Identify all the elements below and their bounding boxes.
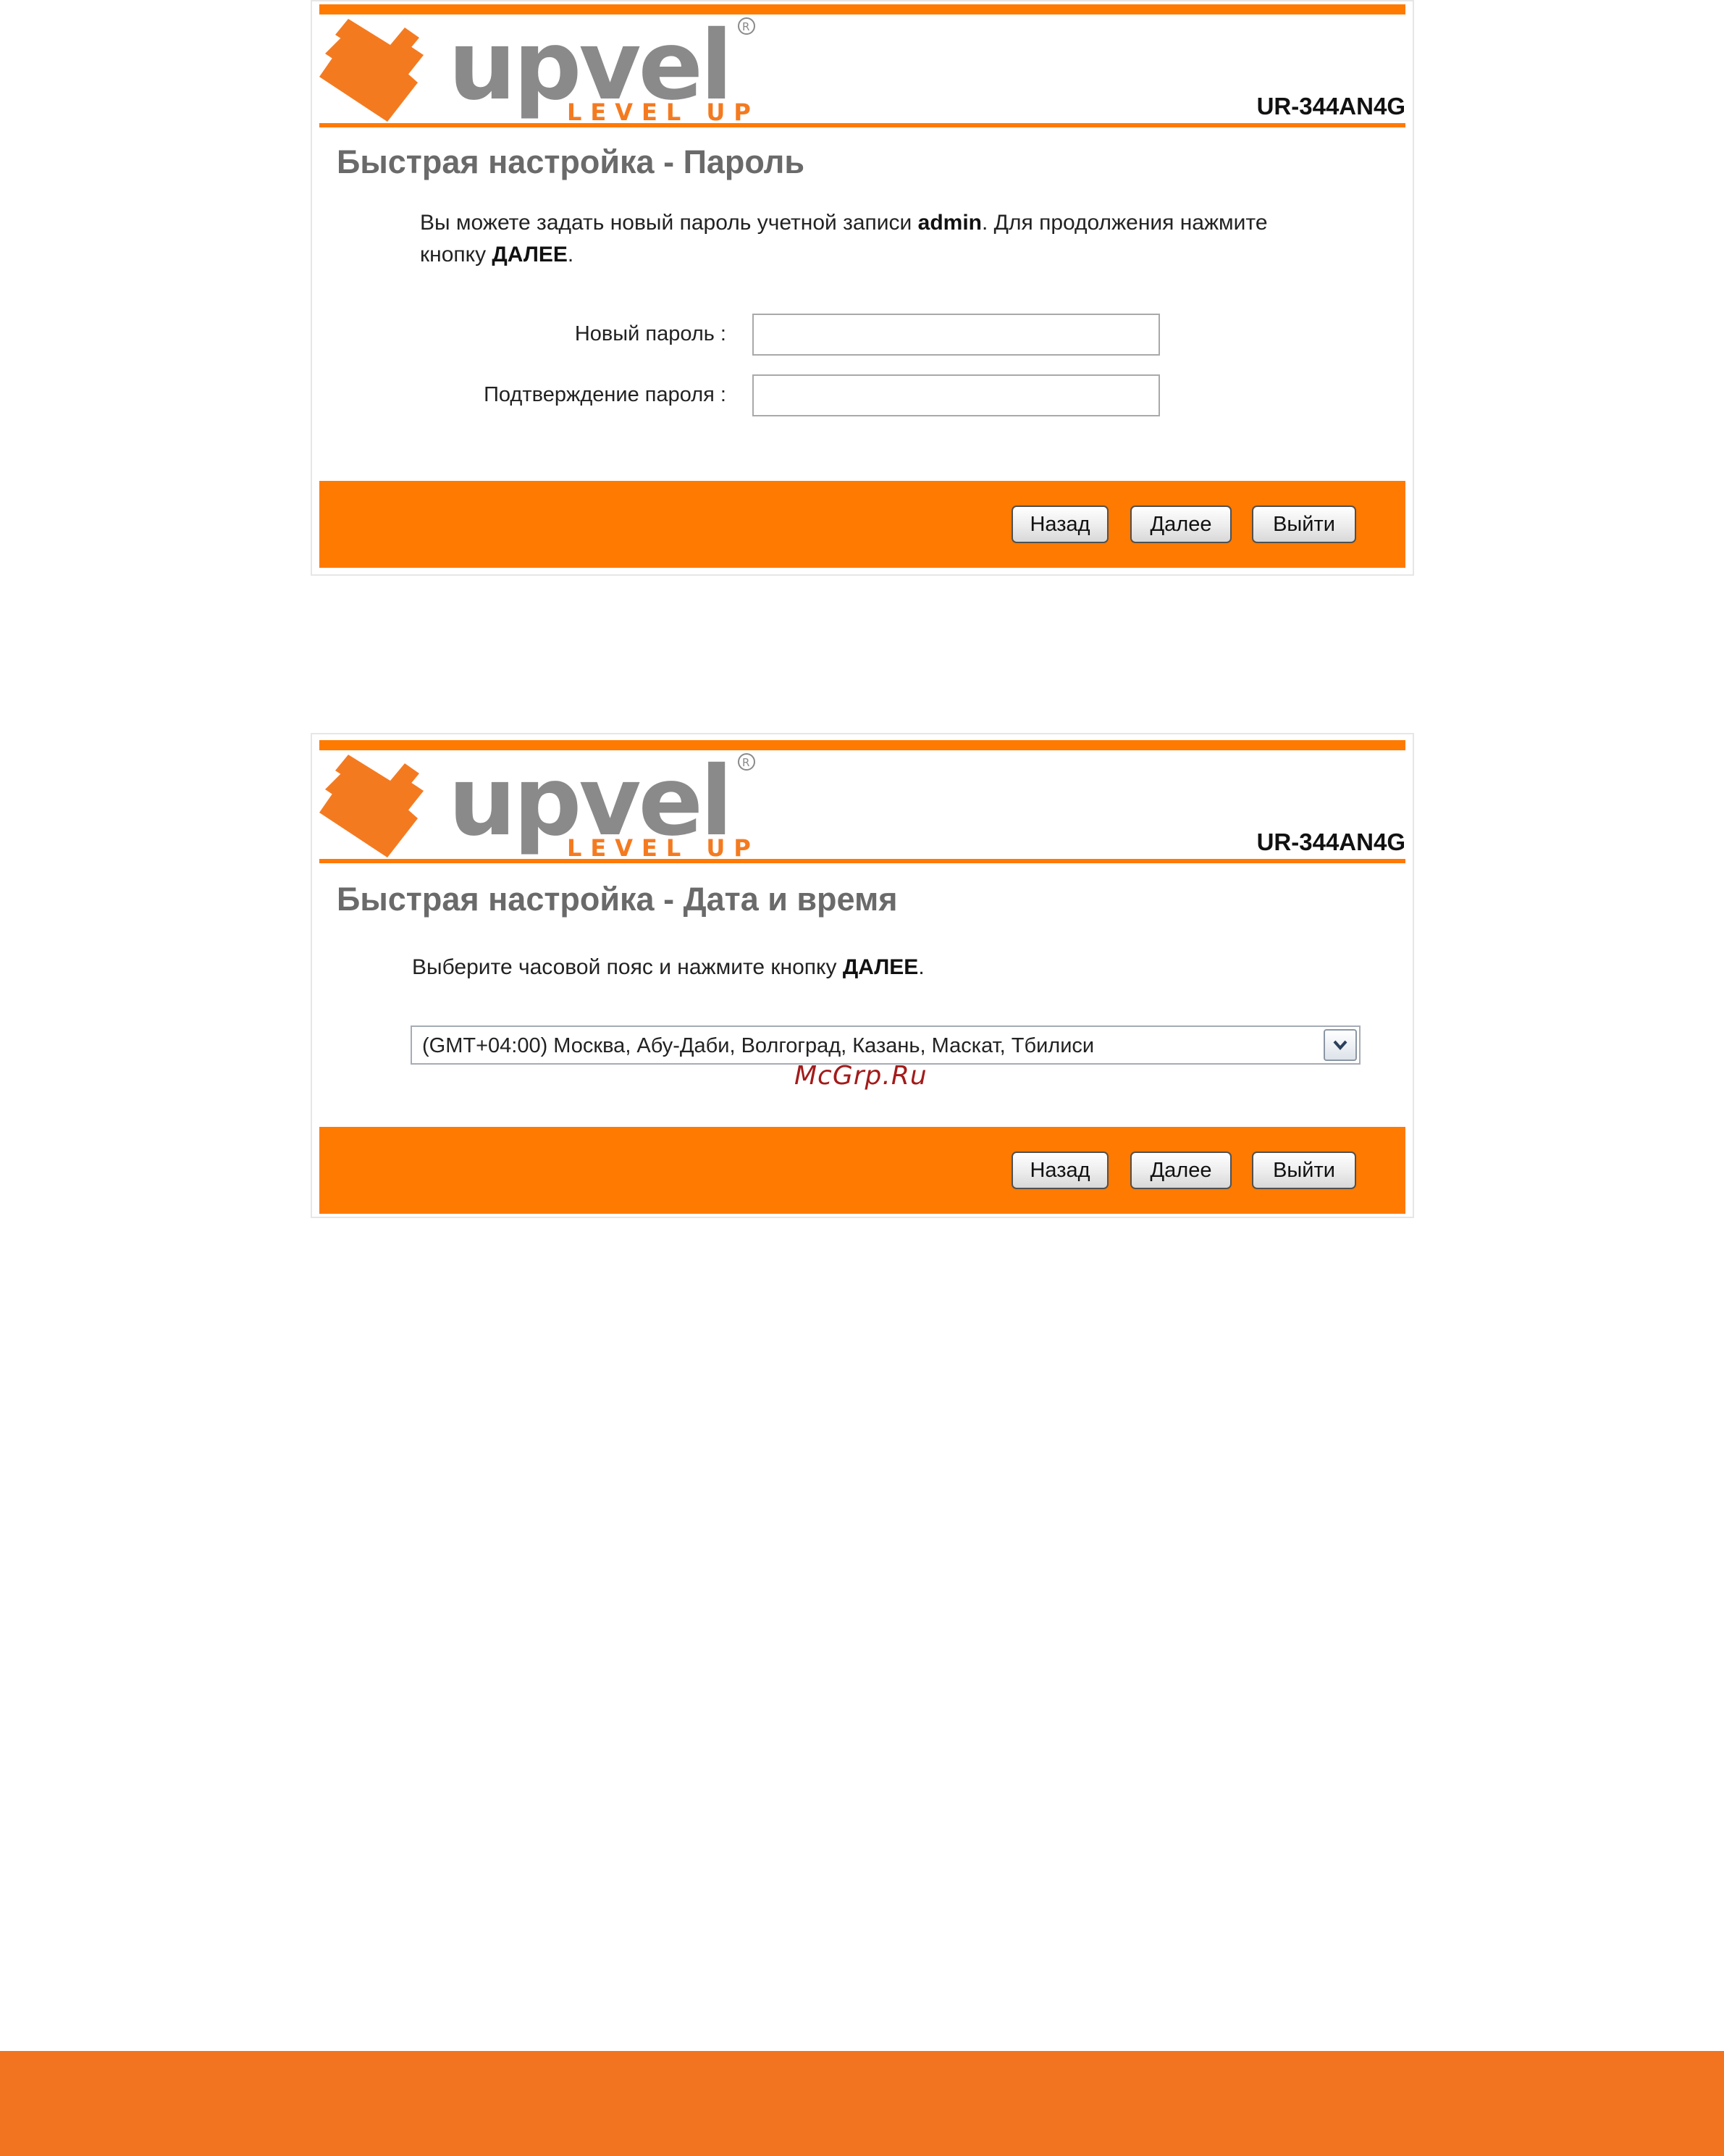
svg-text:R: R [742, 756, 749, 769]
upvel-logo: upvel LEVEL UP R [319, 13, 760, 122]
page-title: Быстрая настройка - Пароль [337, 143, 805, 180]
quick-setup-password-panel: upvel LEVEL UP R UR-344AN4G Быстрая наст… [311, 0, 1414, 576]
watermark-text: McGrp.Ru [794, 1061, 928, 1091]
header-divider [319, 123, 1405, 127]
new-password-input[interactable] [752, 314, 1160, 356]
svg-text:LEVEL UP: LEVEL UP [567, 834, 760, 857]
timezone-description: Выберите часовой пояс и нажмите кнопку Д… [412, 955, 925, 979]
next-button[interactable]: Далее [1130, 1152, 1232, 1189]
quick-setup-datetime-panel: upvel LEVEL UP R UR-344AN4G Быстрая наст… [311, 733, 1414, 1218]
timezone-dropdown-button[interactable] [1324, 1029, 1357, 1061]
confirm-password-label: Подтверждение пароля : [484, 383, 726, 406]
back-button[interactable]: Назад [1012, 1152, 1109, 1189]
model-name: UR-344AN4G [1256, 829, 1405, 855]
header-divider [319, 859, 1405, 863]
new-password-label: Новый пароль : [574, 322, 726, 345]
exit-button[interactable]: Выйти [1252, 506, 1356, 543]
svg-text:R: R [742, 20, 749, 33]
page-footer-band [0, 2051, 1724, 2156]
next-button[interactable]: Далее [1130, 506, 1232, 543]
password-description: Вы можете задать новый пароль учетной за… [420, 211, 1268, 267]
page-title: Быстрая настройка - Дата и время [337, 881, 898, 918]
button-bar: Назад Далее Выйти [319, 481, 1405, 568]
model-name: UR-344AN4G [1256, 93, 1405, 119]
timezone-selected-value: (GMT+04:00) Москва, Абу-Даби, Волгоград,… [422, 1034, 1095, 1057]
back-button[interactable]: Назад [1012, 506, 1109, 543]
svg-text:LEVEL UP: LEVEL UP [567, 98, 760, 122]
upvel-logo: upvel LEVEL UP R [319, 749, 760, 857]
button-bar: Назад Далее Выйти [319, 1127, 1405, 1214]
exit-button[interactable]: Выйти [1252, 1152, 1356, 1189]
timezone-select[interactable]: (GMT+04:00) Москва, Абу-Даби, Волгоград,… [411, 1025, 1361, 1065]
chevron-down-icon [1333, 1040, 1347, 1051]
confirm-password-input[interactable] [752, 374, 1160, 416]
